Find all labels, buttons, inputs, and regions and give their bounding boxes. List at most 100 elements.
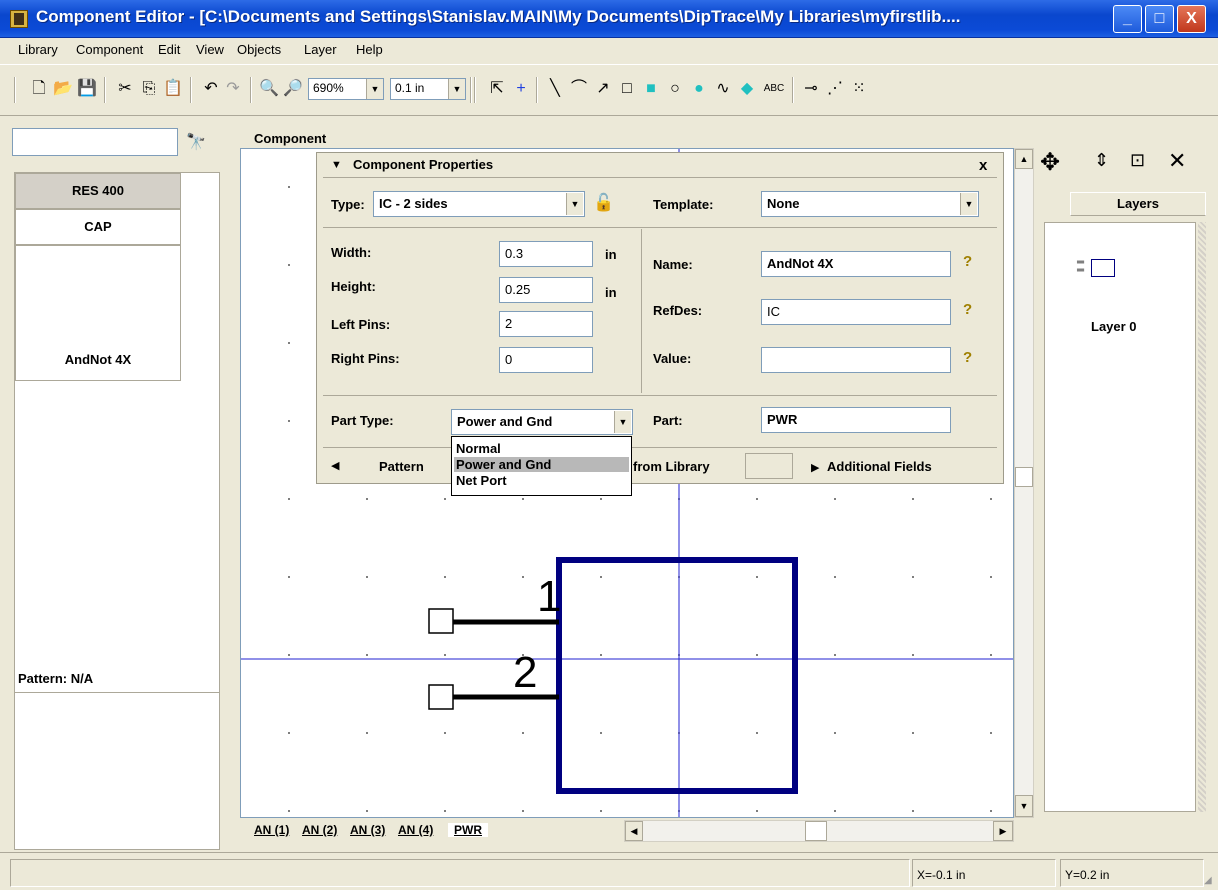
- right-pins-field[interactable]: 0: [499, 347, 593, 373]
- arrow-left-icon[interactable]: ◀: [331, 459, 339, 472]
- open-folder-icon[interactable]: 📂: [52, 78, 74, 100]
- tab-an-3[interactable]: AN (3): [350, 823, 385, 837]
- pattern-link[interactable]: Pattern: [379, 459, 424, 474]
- menu-help[interactable]: Help: [356, 42, 383, 57]
- value-field[interactable]: [761, 347, 951, 373]
- menu-bar: Library Component Edit View Objects Laye…: [0, 38, 1218, 62]
- place-pins-icon[interactable]: ⋰: [824, 78, 846, 100]
- horizontal-scrollbar[interactable]: ◀ ▶: [624, 820, 1014, 842]
- line-icon[interactable]: ╲: [544, 78, 566, 100]
- zoom-select[interactable]: 690% ▼: [308, 78, 384, 100]
- polygon-icon[interactable]: ◆: [736, 78, 758, 100]
- save-icon[interactable]: 💾: [76, 78, 98, 100]
- component-body[interactable]: [556, 557, 798, 794]
- collapse-arrow-icon[interactable]: ▼: [331, 159, 342, 171]
- up-down-icon[interactable]: ⇕: [1094, 150, 1109, 171]
- resize-grip-icon[interactable]: ◢: [1204, 875, 1212, 886]
- menu-component[interactable]: Component: [76, 42, 143, 57]
- splitter-grip[interactable]: [745, 453, 793, 479]
- layers-list[interactable]: ═ ═ Layer 0: [1044, 222, 1196, 812]
- arrow-right-icon[interactable]: ▶: [811, 461, 819, 474]
- grid-dot: [912, 732, 914, 734]
- help-key-icon[interactable]: ?: [963, 253, 972, 270]
- binoculars-icon[interactable]: 🔭: [186, 132, 206, 152]
- zoom-in-icon[interactable]: 🔍: [258, 78, 280, 100]
- additional-fields-link[interactable]: Additional Fields: [827, 459, 932, 474]
- hscroll-thumb[interactable]: [805, 821, 827, 841]
- list-item-cap[interactable]: CAP: [15, 209, 181, 245]
- from-library-link[interactable]: from Library: [633, 459, 710, 474]
- move-icon[interactable]: ✥: [1040, 148, 1060, 177]
- list-item-res400[interactable]: RES 400: [15, 173, 181, 209]
- part-field[interactable]: PWR: [761, 407, 951, 433]
- name-field[interactable]: AndNot 4X: [761, 251, 951, 277]
- crosshair-icon[interactable]: +: [510, 78, 532, 100]
- grid-dot: [756, 576, 758, 578]
- scroll-left-icon[interactable]: ◀: [625, 821, 643, 841]
- ellipse-icon[interactable]: ○: [664, 78, 686, 100]
- height-field[interactable]: 0.25: [499, 277, 593, 303]
- left-pins-field[interactable]: 2: [499, 311, 593, 337]
- menu-edit[interactable]: Edit: [158, 42, 180, 57]
- option-normal[interactable]: Normal: [454, 441, 629, 456]
- menu-layer[interactable]: Layer: [304, 42, 337, 57]
- minimize-button[interactable]: _: [1113, 5, 1142, 33]
- pin-1-end[interactable]: [428, 608, 454, 634]
- paste-icon[interactable]: 📋: [162, 78, 184, 100]
- width-field[interactable]: 0.3: [499, 241, 593, 267]
- cut-icon[interactable]: ✂: [114, 78, 136, 100]
- filled-ellipse-icon[interactable]: ●: [688, 78, 710, 100]
- search-input[interactable]: [12, 128, 178, 156]
- copy-icon[interactable]: ⎘: [138, 78, 160, 100]
- zoom-out-icon[interactable]: 🔎: [282, 78, 304, 100]
- tab-an-4[interactable]: AN (4): [398, 823, 433, 837]
- rectangle-icon[interactable]: □: [616, 78, 638, 100]
- component-list[interactable]: RES 400 CAP AndNot 4X: [14, 172, 220, 782]
- pin-icon[interactable]: ⊸: [800, 78, 822, 100]
- layer-group-icon[interactable]: ⊡: [1130, 150, 1145, 171]
- help-key-icon[interactable]: ?: [963, 301, 972, 318]
- scroll-up-icon[interactable]: ▲: [1015, 149, 1033, 169]
- option-power-and-gnd[interactable]: Power and Gnd: [454, 457, 629, 472]
- pin-array-icon[interactable]: ⁙: [848, 78, 870, 100]
- menu-objects[interactable]: Objects: [237, 42, 281, 57]
- close-icon[interactable]: x: [979, 157, 987, 174]
- tab-an-1[interactable]: AN (1): [254, 823, 289, 837]
- grid-dot: [288, 810, 290, 812]
- lock-icon[interactable]: 🔓: [593, 193, 614, 213]
- scroll-right-icon[interactable]: ▶: [993, 821, 1013, 841]
- arc-icon[interactable]: ⌒: [568, 78, 590, 100]
- maximize-button[interactable]: □: [1145, 5, 1174, 33]
- scroll-down-icon[interactable]: ▼: [1015, 795, 1033, 817]
- template-select[interactable]: None ▼: [761, 191, 979, 217]
- menu-library[interactable]: Library: [18, 42, 58, 57]
- redo-icon[interactable]: ↷: [222, 78, 244, 100]
- arrow-icon[interactable]: ↗: [592, 78, 614, 100]
- text-icon[interactable]: ABC: [760, 78, 788, 100]
- template-label: Template:: [653, 197, 714, 212]
- option-net-port[interactable]: Net Port: [454, 473, 629, 488]
- vertical-scrollbar[interactable]: ▲ ▼: [1014, 148, 1034, 818]
- help-key-icon[interactable]: ?: [963, 349, 972, 366]
- part-type-dropdown[interactable]: Normal Power and Gnd Net Port: [451, 436, 632, 496]
- pin-2-end[interactable]: [428, 684, 454, 710]
- refdes-field[interactable]: IC: [761, 299, 951, 325]
- tab-pwr[interactable]: PWR: [448, 823, 488, 837]
- undo-icon[interactable]: ↶: [200, 78, 222, 100]
- status-x-coordinate: X=-0.1 in: [912, 859, 1056, 887]
- layer-item-0[interactable]: Layer 0: [1091, 319, 1137, 334]
- new-file-icon[interactable]: 🗋: [28, 78, 50, 100]
- type-select[interactable]: IC - 2 sides ▼: [373, 191, 585, 217]
- menu-view[interactable]: View: [196, 42, 224, 57]
- list-item-andnot4x[interactable]: AndNot 4X: [15, 245, 181, 381]
- grid-select[interactable]: 0.1 in ▼: [390, 78, 466, 100]
- part-type-select[interactable]: Power and Gnd ▼: [451, 409, 633, 435]
- filled-rectangle-icon[interactable]: ■: [640, 78, 662, 100]
- polyline-icon[interactable]: ∿: [712, 78, 734, 100]
- close-button[interactable]: X: [1177, 5, 1206, 33]
- delete-icon[interactable]: ✕: [1168, 148, 1186, 174]
- scroll-thumb[interactable]: [1015, 467, 1033, 487]
- tab-an-2[interactable]: AN (2): [302, 823, 337, 837]
- pointer-icon[interactable]: ⇱: [486, 78, 508, 100]
- chevron-down-icon: ▼: [366, 79, 383, 99]
